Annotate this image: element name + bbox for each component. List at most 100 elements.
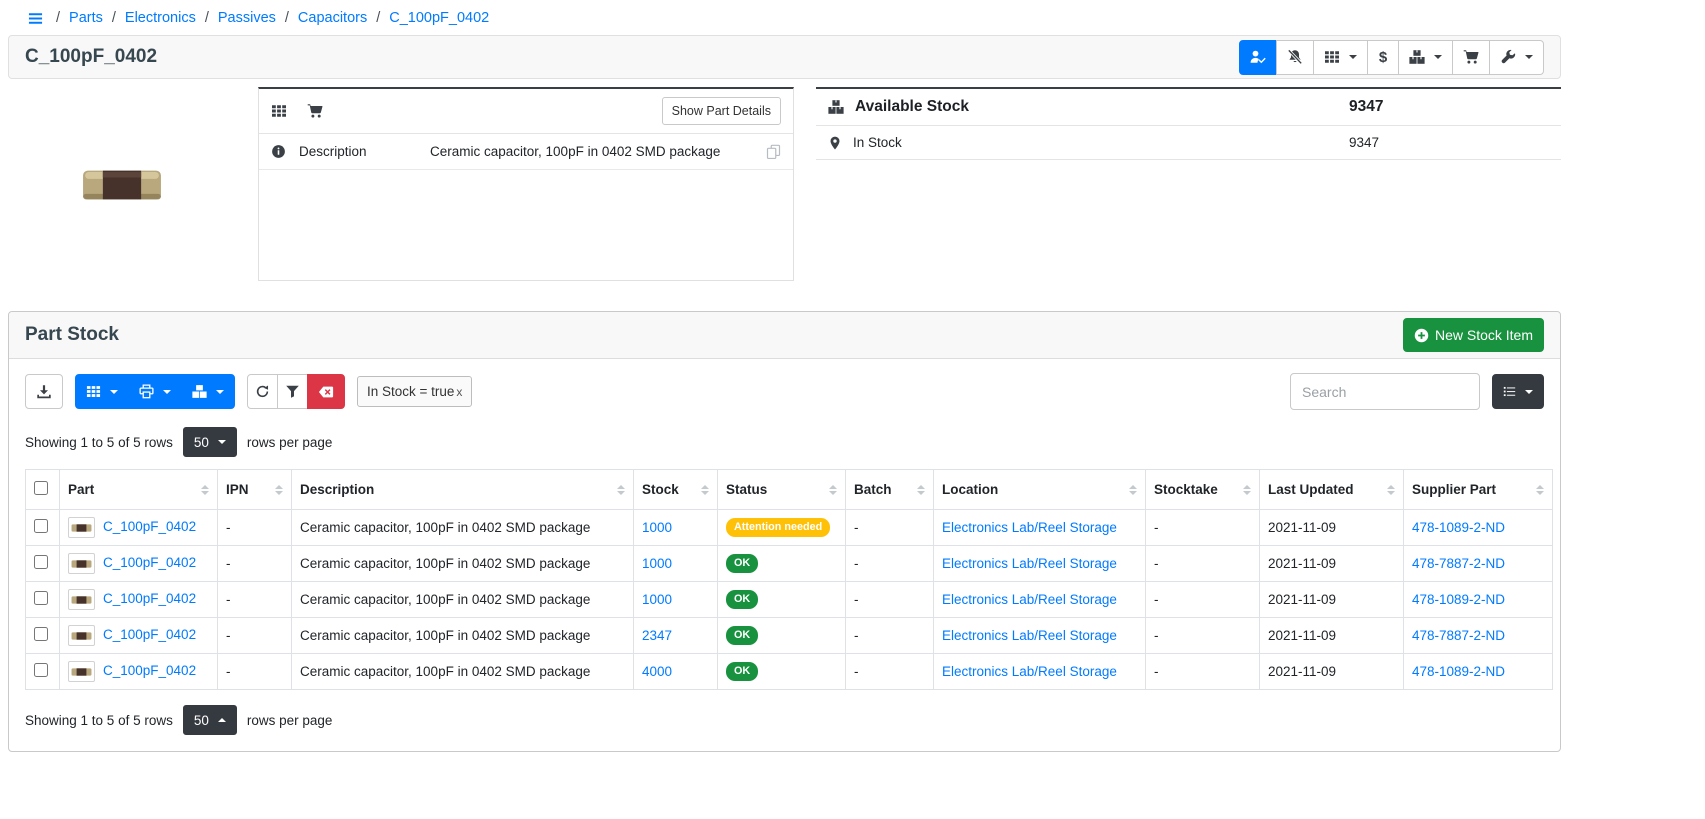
column-header-status[interactable]: Status xyxy=(718,470,846,510)
breadcrumb-link-capacitors[interactable]: Capacitors xyxy=(298,10,367,26)
table-row[interactable]: C_100pF_0402 - Ceramic capacitor, 100pF … xyxy=(26,546,1553,582)
status-cell: OK xyxy=(718,654,846,690)
breadcrumb-link-electronics[interactable]: Electronics xyxy=(125,10,196,26)
last-updated-cell: 2021-11-09 xyxy=(1260,618,1404,654)
in-stock-row: In Stock 9347 xyxy=(816,126,1561,160)
stock-transfer-button[interactable] xyxy=(181,374,235,409)
row-select-cell xyxy=(26,582,60,618)
stock-options-button[interactable] xyxy=(75,374,129,409)
column-header-stock[interactable]: Stock xyxy=(634,470,718,510)
batch-cell: - xyxy=(846,654,934,690)
last-updated-cell: 2021-11-09 xyxy=(1260,546,1404,582)
stock-link[interactable]: 1000 xyxy=(642,556,672,571)
supplier-part-link[interactable]: 478-1089-2-ND xyxy=(1412,592,1505,607)
stock-link[interactable]: 1000 xyxy=(642,592,672,607)
caret-down-icon xyxy=(216,390,224,394)
filter-tag-text: In Stock = true xyxy=(367,384,454,399)
breadcrumb-link-passives[interactable]: Passives xyxy=(218,10,276,26)
part-cell: C_100pF_0402 xyxy=(60,654,218,690)
breadcrumb-link-parts[interactable]: Parts xyxy=(69,10,103,26)
column-toggle-button[interactable] xyxy=(1492,374,1544,409)
part-link[interactable]: C_100pF_0402 xyxy=(103,555,196,570)
row-checkbox[interactable] xyxy=(34,519,48,533)
part-link[interactable]: C_100pF_0402 xyxy=(103,627,196,642)
description-cell: Ceramic capacitor, 100pF in 0402 SMD pac… xyxy=(292,510,634,546)
supplier-part-link[interactable]: 478-1089-2-ND xyxy=(1412,520,1505,535)
column-label: Batch xyxy=(854,482,892,497)
stock-link[interactable]: 4000 xyxy=(642,664,672,679)
location-link[interactable]: Electronics Lab/Reel Storage xyxy=(942,520,1117,535)
print-actions-button[interactable] xyxy=(128,374,182,409)
menu-icon[interactable] xyxy=(26,11,45,26)
part-edit-actions-button[interactable] xyxy=(1489,40,1544,75)
table-row[interactable]: C_100pF_0402 - Ceramic capacitor, 100pF … xyxy=(26,654,1553,690)
row-checkbox[interactable] xyxy=(34,663,48,677)
column-label: Stock xyxy=(642,482,679,497)
page-size-dropdown[interactable]: 50 xyxy=(183,705,237,735)
pricing-button[interactable] xyxy=(1367,40,1399,75)
stock-actions-button[interactable] xyxy=(1398,40,1453,75)
caret-up-icon xyxy=(218,718,226,722)
show-part-details-button[interactable]: Show Part Details xyxy=(662,97,781,125)
part-link[interactable]: C_100pF_0402 xyxy=(103,591,196,606)
supplier-part-link[interactable]: 478-7887-2-ND xyxy=(1412,556,1505,571)
supplier-part-cell: 478-7887-2-ND xyxy=(1404,546,1553,582)
page-header: C_100pF_0402 xyxy=(8,35,1561,79)
location-cell: Electronics Lab/Reel Storage xyxy=(934,582,1146,618)
row-checkbox[interactable] xyxy=(34,591,48,605)
clear-filters-button[interactable] xyxy=(307,374,345,409)
details-grid-icon[interactable] xyxy=(271,103,287,119)
row-checkbox[interactable] xyxy=(34,555,48,569)
table-row[interactable]: C_100pF_0402 - Ceramic capacitor, 100pF … xyxy=(26,618,1553,654)
notification-mute-button[interactable] xyxy=(1276,40,1314,75)
available-stock-value: 9347 xyxy=(1349,98,1549,116)
export-download-button[interactable] xyxy=(25,374,63,409)
wrench-icon xyxy=(1500,49,1516,65)
breadcrumb-link-current-part[interactable]: C_100pF_0402 xyxy=(389,10,489,26)
order-part-button[interactable] xyxy=(1452,40,1490,75)
copy-icon[interactable] xyxy=(766,144,781,159)
part-thumbnail xyxy=(68,589,95,610)
column-header-location[interactable]: Location xyxy=(934,470,1146,510)
part-image[interactable] xyxy=(81,156,163,214)
column-header-ipn[interactable]: IPN xyxy=(218,470,292,510)
part-link[interactable]: C_100pF_0402 xyxy=(103,663,196,678)
column-header-last-updated[interactable]: Last Updated xyxy=(1260,470,1404,510)
new-stock-item-button[interactable]: New Stock Item xyxy=(1403,318,1544,352)
column-header-description[interactable]: Description xyxy=(292,470,634,510)
column-header-stocktake[interactable]: Stocktake xyxy=(1146,470,1260,510)
table-row[interactable]: C_100pF_0402 - Ceramic capacitor, 100pF … xyxy=(26,582,1553,618)
location-link[interactable]: Electronics Lab/Reel Storage xyxy=(942,592,1117,607)
column-header-part[interactable]: Part xyxy=(60,470,218,510)
caret-down-icon xyxy=(1525,390,1533,394)
search-input[interactable] xyxy=(1290,373,1480,410)
part-details-toolbar: Show Part Details xyxy=(259,89,793,134)
location-link[interactable]: Electronics Lab/Reel Storage xyxy=(942,556,1117,571)
location-link[interactable]: Electronics Lab/Reel Storage xyxy=(942,628,1117,643)
column-header-supplier-part[interactable]: Supplier Part xyxy=(1404,470,1553,510)
reload-table-button[interactable] xyxy=(247,374,278,409)
subscribe-button[interactable] xyxy=(1239,40,1277,75)
column-label: Description xyxy=(300,482,374,497)
remove-filter-button[interactable]: x xyxy=(456,385,462,399)
column-header-batch[interactable]: Batch xyxy=(846,470,934,510)
page-size-dropdown[interactable]: 50 xyxy=(183,427,237,457)
supplier-part-link[interactable]: 478-1089-2-ND xyxy=(1412,664,1505,679)
barcode-actions-button[interactable] xyxy=(1313,40,1368,75)
user-check-icon xyxy=(1250,49,1266,65)
purchase-cart-icon[interactable] xyxy=(307,103,323,119)
caret-down-icon xyxy=(1525,55,1533,59)
breadcrumb-separator: / xyxy=(205,10,209,26)
add-filter-button[interactable] xyxy=(277,374,308,409)
part-link[interactable]: C_100pF_0402 xyxy=(103,519,196,534)
stock-link[interactable]: 1000 xyxy=(642,520,672,535)
table-row[interactable]: C_100pF_0402 - Ceramic capacitor, 100pF … xyxy=(26,510,1553,546)
location-link[interactable]: Electronics Lab/Reel Storage xyxy=(942,664,1117,679)
supplier-part-link[interactable]: 478-7887-2-ND xyxy=(1412,628,1505,643)
stock-link[interactable]: 2347 xyxy=(642,628,672,643)
select-all-checkbox[interactable] xyxy=(34,481,48,495)
row-select-cell xyxy=(26,546,60,582)
part-actions-toolbar xyxy=(1239,40,1544,75)
row-checkbox[interactable] xyxy=(34,627,48,641)
column-label: Supplier Part xyxy=(1412,482,1496,497)
